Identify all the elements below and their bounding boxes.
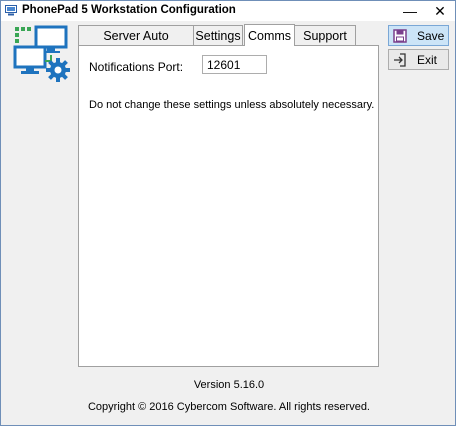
tab-comms[interactable]: Comms	[244, 24, 295, 46]
comms-tab-panel: Notifications Port: Do not change these …	[78, 45, 379, 367]
tab-settings[interactable]: Settings	[193, 25, 243, 45]
title-bar[interactable]: PhonePad 5 Workstation Configuration — ✕	[1, 1, 455, 21]
workstation-network-logo-icon	[13, 25, 70, 82]
minimize-button[interactable]: —	[396, 1, 424, 21]
exit-icon	[394, 52, 406, 67]
version-text: Version 5.16.0	[193, 379, 265, 391]
save-button-label: Save	[417, 28, 445, 43]
notifications-port-label: Notifications Port:	[89, 60, 184, 74]
tab-support[interactable]: Support	[294, 25, 356, 45]
tab-server-auto-discovery[interactable]: Server Auto Discovery	[78, 25, 194, 63]
phone-app-icon	[5, 5, 17, 16]
warning-note: Do not change these settings unless abso…	[89, 99, 375, 111]
exit-button[interactable]: Exit	[388, 49, 449, 70]
exit-button-label: Exit	[417, 52, 438, 67]
close-button[interactable]: ✕	[426, 1, 454, 21]
copyright-text: Copyright © 2016 Cybercom Software. All …	[87, 401, 370, 413]
notifications-port-input[interactable]	[202, 55, 267, 74]
config-window: PhonePad 5 Workstation Configuration — ✕	[0, 0, 456, 426]
window-title: PhonePad 5 Workstation Configuration	[22, 4, 236, 16]
save-button[interactable]: Save	[388, 25, 449, 46]
floppy-disk-icon	[393, 28, 407, 43]
